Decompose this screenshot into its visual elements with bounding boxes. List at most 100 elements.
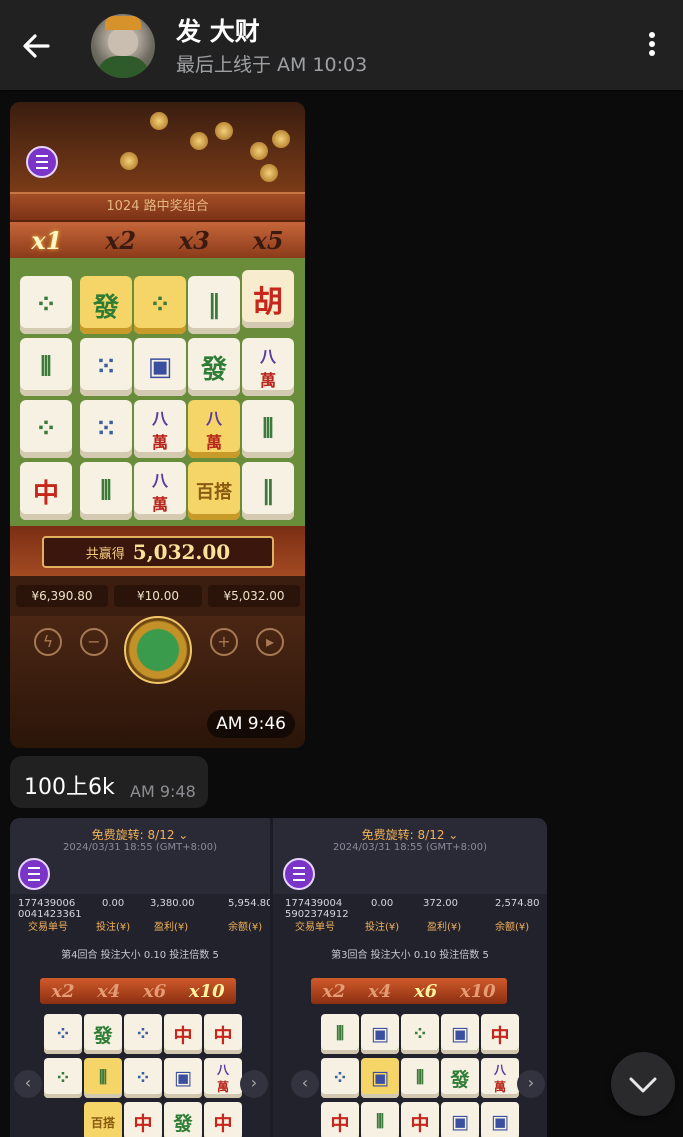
- tile-wan-char: 萬: [259, 371, 276, 390]
- round-info: 第4回合 投注大小 0.10 投注倍数 5: [61, 950, 219, 961]
- total-win-bar: 共赢得 5,032.00: [10, 526, 305, 576]
- bet-value: 0.00: [371, 898, 394, 909]
- win-value: ¥5,032.00: [208, 585, 300, 607]
- tile-circles: ⁘: [134, 276, 186, 334]
- bet-label: 投注(¥): [96, 922, 131, 933]
- tile-bamboo: ⦀: [321, 1014, 359, 1054]
- multiplier: x10: [188, 980, 225, 1002]
- tile-bamboo: ‖: [242, 462, 294, 520]
- game-menu-icon: [283, 858, 315, 890]
- balance-value: 5,954.80: [228, 898, 270, 909]
- tile-zhong: 中: [401, 1102, 439, 1137]
- multiplier-bar: x2 x4 x6 x10: [40, 978, 236, 1004]
- multiplier: x1: [31, 225, 63, 255]
- tile-circles: ⁙: [80, 338, 132, 396]
- multiplier: x2: [322, 980, 346, 1002]
- game-top-area: [10, 102, 305, 192]
- tile-ba-wan: 八萬: [481, 1058, 519, 1098]
- tile-white-dragon: ▣: [164, 1058, 202, 1098]
- tile-wan-char: 萬: [216, 1080, 229, 1094]
- tile-circles: ⁘: [20, 400, 72, 458]
- tile-wan-char: 萬: [151, 433, 168, 452]
- free-spin-title: 免费旋转: 8/12 ⌄: [361, 828, 459, 842]
- tile-circles: ⁘: [401, 1014, 439, 1054]
- tile-ba-char: 八: [259, 347, 276, 366]
- bet-value: ¥10.00: [114, 585, 202, 607]
- game-menu-icon: [26, 146, 58, 178]
- txn-label: 交易单号: [28, 922, 68, 933]
- tile-ba-char: 八: [151, 471, 168, 490]
- more-vertical-icon[interactable]: [640, 30, 664, 62]
- multiplier: x4: [97, 980, 121, 1002]
- tile-baida: 百搭: [84, 1102, 122, 1137]
- tile-wan-char: 萬: [205, 433, 222, 452]
- text-message[interactable]: 100上6k AM 9:48: [10, 756, 208, 808]
- chat-header: 发 大财 最后上线于 AM 10:03: [0, 0, 683, 90]
- tile-bamboo: ‖: [188, 276, 240, 334]
- tile-ba-wan: 八萬: [134, 400, 186, 458]
- balance-value: 2,574.80: [495, 898, 540, 909]
- multiplier-bar: x2 x4 x6 x10: [311, 978, 507, 1004]
- history-pane-left: 免费旋转: 8/12 ⌄ 2024/03/31 18:55 (GMT+8:00)…: [10, 818, 270, 1137]
- tile-bamboo: ⦀: [20, 338, 72, 396]
- profit-label: 盈利(¥): [154, 922, 189, 933]
- bet-label: 投注(¥): [365, 922, 400, 933]
- tile-wan-char: 萬: [151, 495, 168, 514]
- ways-banner: 1024 路中奖组合: [106, 199, 209, 214]
- history-pane-right: 免费旋转: 8/12 ⌄ 2024/03/31 18:55 (GMT+8:00)…: [273, 818, 547, 1137]
- tile-circles: ⁘: [44, 1014, 82, 1054]
- tile-zhong: 中: [20, 462, 72, 520]
- total-win-label: 共赢得: [85, 546, 125, 562]
- tile-bamboo: ⦀: [80, 462, 132, 520]
- tile-fa: 發: [80, 276, 132, 334]
- message-text: 100上6k: [24, 775, 115, 800]
- tile-circles: ⁘: [44, 1058, 82, 1098]
- balance-value: ¥6,390.80: [16, 585, 108, 607]
- spin-date: 2024/03/31 18:55 (GMT+8:00): [63, 842, 217, 853]
- profit-label: 盈利(¥): [427, 922, 462, 933]
- txn-id: 177439004: [285, 898, 343, 909]
- tile-ba-char: 八: [216, 1063, 229, 1077]
- multiplier: x4: [368, 980, 392, 1002]
- tile-ba-wan: 八萬: [188, 400, 240, 458]
- contact-name[interactable]: 发 大财: [176, 12, 260, 48]
- minus-icon: −: [80, 628, 108, 656]
- game-stats: ¥6,390.80 ¥10.00 ¥5,032.00: [10, 576, 305, 616]
- tile-bamboo: ⦀: [401, 1058, 439, 1098]
- bet-value: 0.00: [102, 898, 125, 909]
- multiplier: x6: [414, 980, 438, 1002]
- multiplier: x3: [178, 225, 210, 255]
- avatar[interactable]: [91, 14, 155, 78]
- image-message-game-history[interactable]: 免费旋转: 8/12 ⌄ 2024/03/31 18:55 (GMT+8:00)…: [10, 818, 547, 1137]
- tile-zhong: 中: [321, 1102, 359, 1137]
- turbo-icon: ϟ: [34, 628, 62, 656]
- tile-fa: 發: [441, 1058, 479, 1098]
- tile-ba-wan: 八萬: [242, 338, 294, 396]
- tile-bamboo: ⦀: [242, 400, 294, 458]
- message-time: AM 9:48: [130, 782, 196, 801]
- tile-zhong: 中: [164, 1014, 202, 1054]
- tile-white-dragon: ▣: [481, 1102, 519, 1137]
- tile-baida: 百搭: [188, 462, 240, 520]
- tile-ba-wan: 八萬: [204, 1058, 242, 1098]
- tile-hu: 胡: [242, 270, 294, 328]
- tile-bamboo: ⦀: [361, 1102, 399, 1137]
- round-info: 第3回合 投注大小 0.10 投注倍数 5: [331, 950, 489, 961]
- balance-label: 余额(¥): [228, 922, 263, 933]
- mahjong-board: ⁘ 發 ⁘ ‖ 胡 ⦀ ⁙ ▣ 發 八萬 ⁘ ⁙ 八萬 八萬 ⦀ 中 ⦀ 八萬 …: [10, 258, 305, 526]
- tile-fa: 發: [164, 1102, 202, 1137]
- back-arrow-icon[interactable]: [18, 28, 54, 64]
- tile-white-dragon: ▣: [361, 1058, 399, 1098]
- tile-ba-char: 八: [493, 1063, 506, 1077]
- image-message-game-result[interactable]: 1024 路中奖组合 x1 x2 x3 x5 ⁘ 發 ⁘ ‖ 胡 ⦀ ⁙ ▣ 發…: [10, 102, 305, 748]
- tile-circles: ⁘: [20, 276, 72, 334]
- message-time: AM 9:46: [207, 710, 295, 738]
- tile-ba-wan: 八萬: [134, 462, 186, 520]
- scroll-down-button[interactable]: [611, 1052, 675, 1116]
- tile-zhong: 中: [124, 1102, 162, 1137]
- chevron-down-icon: [629, 1077, 657, 1093]
- tile-white-dragon: ▣: [441, 1102, 479, 1137]
- tile-circles: ⁘: [124, 1014, 162, 1054]
- multiplier: x2: [51, 980, 75, 1002]
- spin-button-icon: [124, 616, 192, 684]
